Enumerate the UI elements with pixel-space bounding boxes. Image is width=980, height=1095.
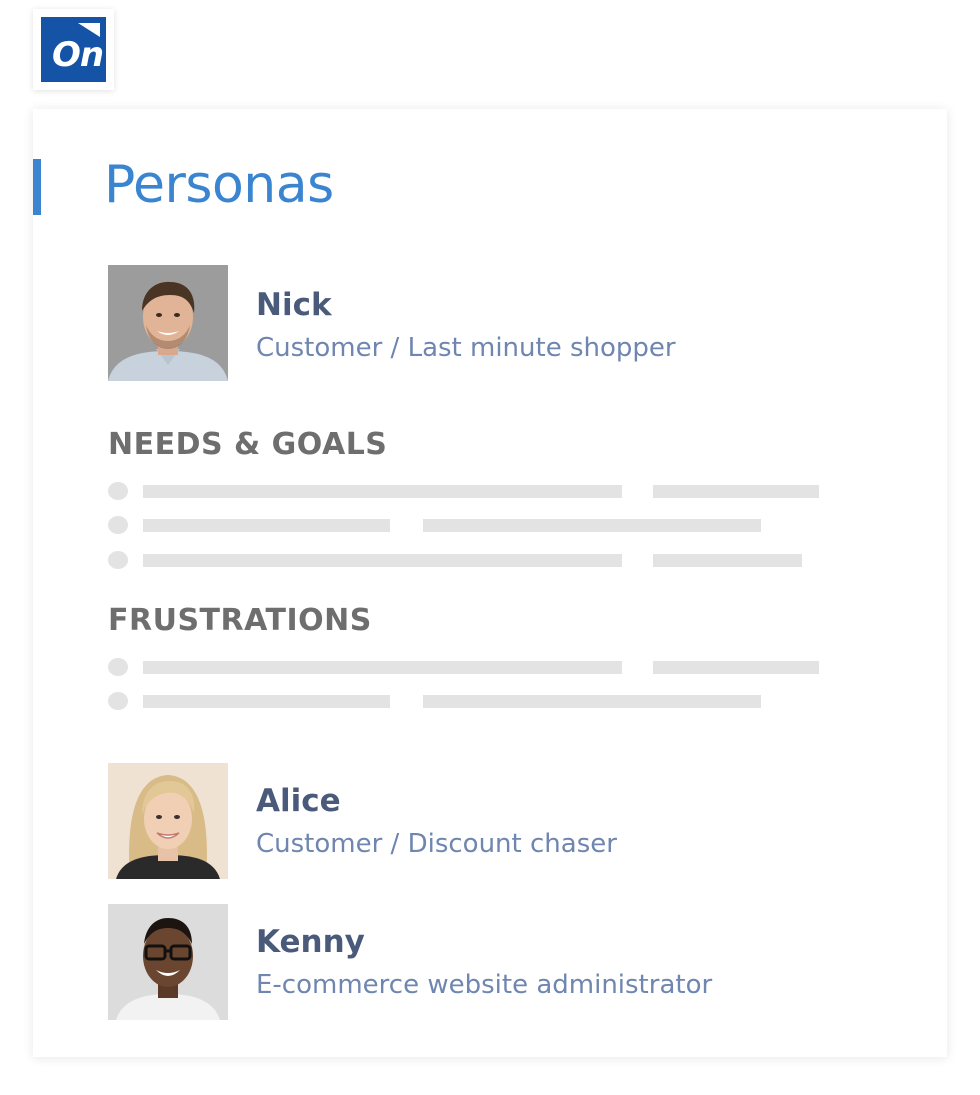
persona-name: Alice xyxy=(256,783,341,819)
placeholder-line xyxy=(653,661,819,674)
placeholder-line xyxy=(143,519,390,532)
needs-goals-heading: NEEDS & GOALS xyxy=(108,427,388,462)
placeholder-line xyxy=(143,661,622,674)
persona-role: Customer / Discount chaser xyxy=(256,829,617,859)
placeholder-line xyxy=(653,554,802,567)
logo-box: On xyxy=(41,17,106,82)
bullet-dot xyxy=(108,482,128,500)
placeholder-line xyxy=(653,485,819,498)
needs-goals-item xyxy=(108,481,828,501)
needs-goals-item xyxy=(108,515,828,535)
persona-role: E-commerce website administrator xyxy=(256,970,713,1000)
placeholder-line xyxy=(143,485,622,498)
avatar-nick xyxy=(108,265,228,381)
needs-goals-item xyxy=(108,550,828,570)
title-accent-bar xyxy=(33,159,41,215)
logo-text: On xyxy=(52,35,104,75)
placeholder-line xyxy=(423,519,761,532)
app-logo: On xyxy=(33,9,114,90)
bullet-dot xyxy=(108,658,128,676)
placeholder-line xyxy=(143,695,390,708)
bullet-dot xyxy=(108,551,128,569)
frustrations-heading: FRUSTRATIONS xyxy=(108,603,372,638)
frustrations-item xyxy=(108,691,828,711)
page-title: Personas xyxy=(104,155,334,215)
personas-card: Personas Nick Customer / Last minute sho… xyxy=(33,109,947,1057)
persona-name: Nick xyxy=(256,287,332,323)
persona-role: Customer / Last minute shopper xyxy=(256,333,676,363)
placeholder-line xyxy=(423,695,761,708)
avatar-alice xyxy=(108,763,228,879)
persona-name: Kenny xyxy=(256,924,365,960)
bullet-dot xyxy=(108,516,128,534)
frustrations-item xyxy=(108,657,828,677)
placeholder-line xyxy=(143,554,622,567)
bullet-dot xyxy=(108,692,128,710)
avatar-kenny xyxy=(108,904,228,1020)
